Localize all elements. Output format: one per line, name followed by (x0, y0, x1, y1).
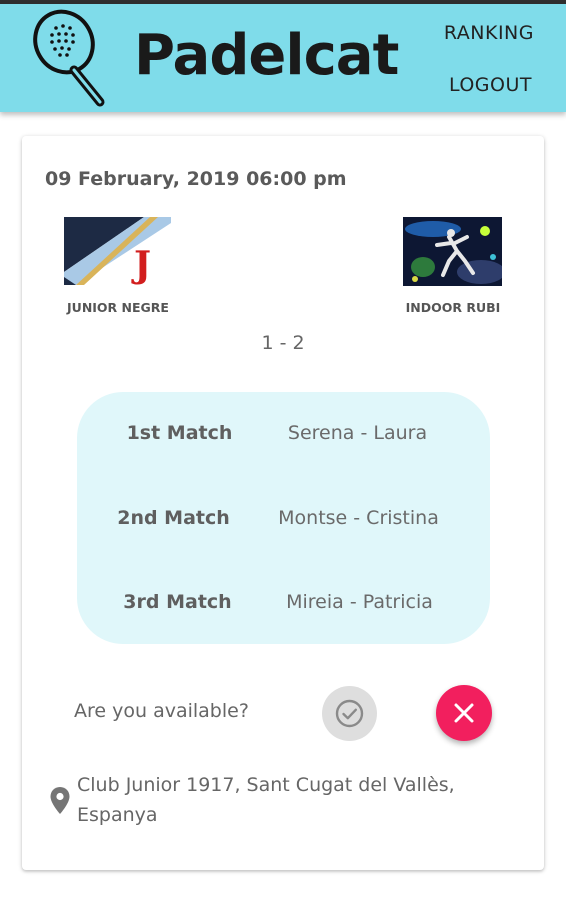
home-team-logo: J (64, 217, 171, 285)
match-label: 2nd Match (117, 507, 230, 529)
close-icon (454, 703, 474, 723)
match-label: 3rd Match (123, 591, 232, 613)
nav-logout-link[interactable]: LOGOUT (449, 74, 532, 96)
match-players: Serena - Laura (287, 422, 428, 444)
check-circle-icon (335, 699, 364, 728)
match-players: Montse - Cristina (278, 507, 439, 529)
match-address: Club Junior 1917, Sant Cugat del Vallès,… (77, 770, 497, 830)
match-score: 1 - 2 (261, 332, 305, 354)
home-team-name: JUNIOR NEGRE (67, 300, 169, 315)
matches-panel: 1st Match Serena - Laura 2nd Match Monts… (77, 392, 490, 644)
app-title: Padelcat (134, 23, 399, 88)
match-row: 1st Match Serena - Laura (77, 413, 490, 453)
address-line: Club Junior 1917, Sant Cugat del Vallès, (77, 774, 455, 796)
match-row: 3rd Match Mireia - Patricia (77, 582, 490, 622)
availability-question: Are you available? (74, 700, 249, 722)
away-team-name: INDOOR RUBI (405, 300, 501, 315)
match-row: 2nd Match Montse - Cristina (77, 498, 490, 538)
address-line: Espanya (77, 804, 158, 826)
location-pin-icon (50, 787, 70, 814)
match-card: 09 February, 2019 06:00 pm J JUNIOR NEGR… (22, 136, 544, 870)
match-label: 1st Match (126, 422, 233, 444)
confirm-availability-button[interactable] (322, 686, 377, 741)
match-players: Mireia - Patricia (286, 591, 433, 613)
nav-ranking-link[interactable]: RANKING (444, 22, 534, 44)
svg-text:J: J (131, 244, 151, 285)
decline-availability-button[interactable] (436, 685, 492, 741)
match-date: 09 February, 2019 06:00 pm (45, 168, 347, 190)
app-header: Padelcat RANKING LOGOUT (0, 4, 566, 112)
padel-racket-icon (33, 9, 105, 107)
away-team-logo (403, 217, 502, 286)
